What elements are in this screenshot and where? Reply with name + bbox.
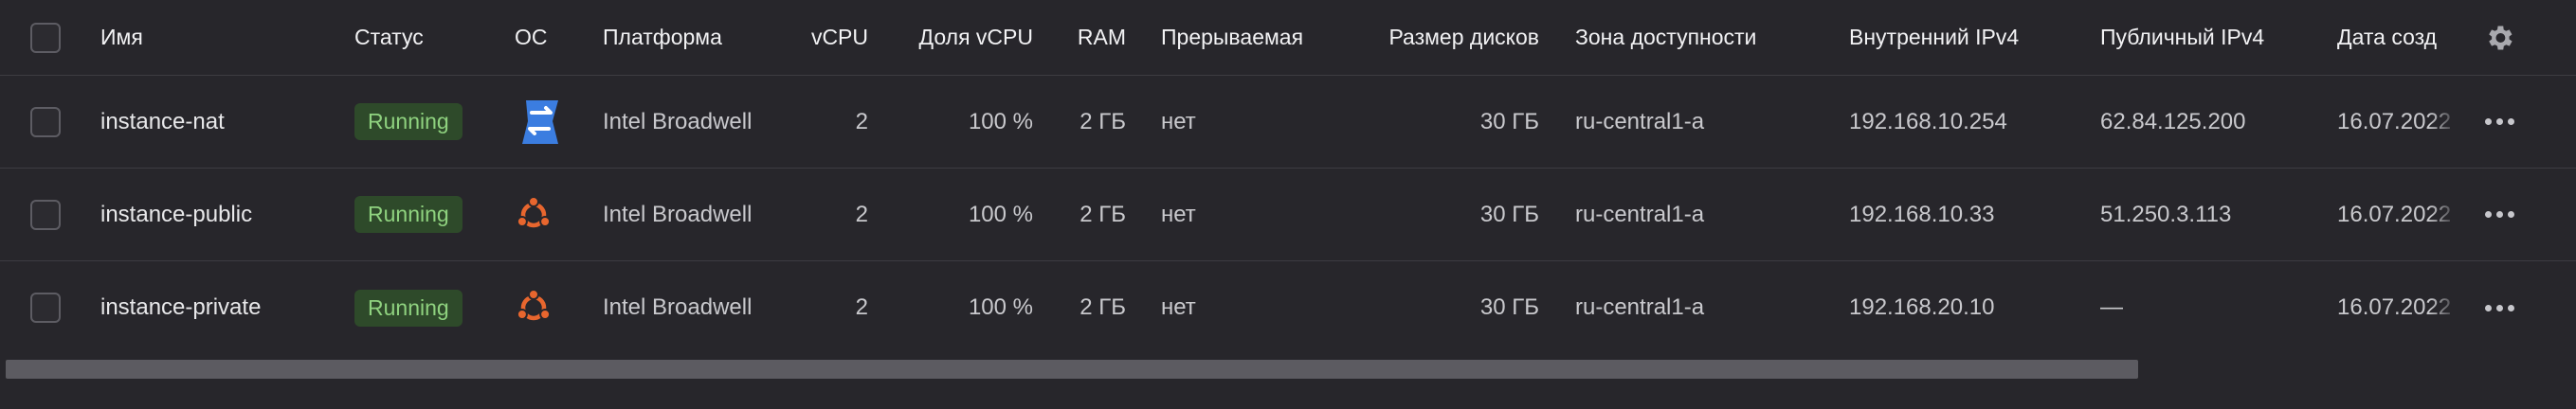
vcpu: 2	[855, 201, 868, 227]
os-cell	[515, 261, 571, 354]
ram: 2 ГБ	[1079, 294, 1126, 320]
cell-fade	[2430, 76, 2458, 168]
column-header-public-ip[interactable]: Публичный IPv4	[2100, 0, 2318, 75]
column-header-vcpu[interactable]: vCPU	[758, 0, 868, 75]
settings-button[interactable]	[2478, 0, 2520, 75]
os-cell	[515, 169, 571, 260]
more-dots-icon	[2484, 304, 2514, 311]
vcpu-share: 100 %	[968, 294, 1033, 320]
row-checkbox[interactable]	[30, 293, 61, 323]
os-cell	[515, 76, 571, 168]
row-checkbox-cell	[30, 261, 68, 354]
more-dots-icon	[2484, 118, 2514, 125]
column-header-name[interactable]: Имя	[100, 0, 309, 75]
row-actions-button[interactable]	[2478, 76, 2520, 168]
gear-icon	[2489, 26, 2513, 49]
disk-size: 30 ГБ	[1479, 201, 1539, 227]
internal-ip: 192.168.10.33	[1849, 201, 1995, 227]
preemptible: нет	[1161, 294, 1196, 320]
instances-table: Имя Статус ОС Платформа vCPU Доля vCPU R…	[0, 0, 2576, 409]
column-header-ram[interactable]: RAM	[1043, 0, 1126, 75]
instance-name[interactable]: instance-private	[100, 261, 337, 354]
column-header-os[interactable]: ОС	[515, 0, 590, 75]
internal-ip: 192.168.20.10	[1849, 294, 1995, 320]
row-checkbox[interactable]	[30, 106, 61, 137]
table-row[interactable]: instance-nat Running Intel Broadwell 2 1…	[0, 76, 2576, 169]
vcpu-share: 100 %	[968, 108, 1033, 134]
select-all-checkbox[interactable]	[30, 22, 61, 53]
created-date: 16.07.2022	[2337, 169, 2458, 260]
row-actions-button[interactable]	[2478, 169, 2520, 260]
ram: 2 ГБ	[1079, 201, 1126, 227]
availability-zone: ru-central1-a	[1575, 294, 1705, 320]
row-checkbox-cell	[30, 76, 68, 168]
public-ip: 62.84.125.200	[2100, 108, 2246, 134]
created-date: 16.07.2022	[2337, 76, 2458, 168]
instance-name[interactable]: instance-nat	[100, 76, 337, 168]
created-date: 16.07.2022	[2337, 261, 2458, 354]
disk-size: 30 ГБ	[1479, 108, 1539, 134]
column-header-status[interactable]: Статус	[354, 0, 506, 75]
cell-fade	[2430, 261, 2458, 354]
status-cell: Running	[354, 169, 506, 260]
ram: 2 ГБ	[1079, 108, 1126, 134]
column-header-disk-size[interactable]: Размер дисков	[1336, 0, 1539, 75]
select-all-cell	[30, 0, 68, 75]
status-cell: Running	[354, 76, 506, 168]
row-checkbox-cell	[30, 169, 68, 260]
column-header-created[interactable]: Дата созд	[2337, 0, 2458, 75]
status-badge: Running	[354, 289, 463, 327]
status-badge: Running	[354, 103, 463, 140]
preemptible: нет	[1161, 108, 1196, 134]
instance-name[interactable]: instance-public	[100, 169, 337, 260]
preemptible: нет	[1161, 201, 1196, 227]
disk-size: 30 ГБ	[1479, 294, 1539, 320]
availability-zone: ru-central1-a	[1575, 108, 1705, 134]
table-row[interactable]: instance-private Running Intel Broadwell…	[0, 261, 2576, 354]
table-header: Имя Статус ОС Платформа vCPU Доля vCPU R…	[0, 0, 2576, 76]
cell-fade	[2430, 169, 2458, 260]
vcpu: 2	[855, 108, 868, 134]
column-header-zone[interactable]: Зона доступности	[1575, 0, 1822, 75]
horizontal-scrollbar-thumb[interactable]	[6, 360, 2138, 379]
row-checkbox[interactable]	[30, 199, 61, 230]
vcpu: 2	[855, 294, 868, 320]
public-ip: —	[2100, 294, 2123, 320]
row-actions-button[interactable]	[2478, 261, 2520, 354]
ubuntu-icon	[516, 289, 552, 321]
availability-zone: ru-central1-a	[1575, 201, 1705, 227]
status-cell: Running	[354, 261, 506, 354]
column-header-vcpu-share[interactable]: Доля vCPU	[881, 0, 1033, 75]
column-header-internal-ip[interactable]: Внутренний IPv4	[1849, 0, 2077, 75]
vcpu-share: 100 %	[968, 201, 1033, 227]
internal-ip: 192.168.10.254	[1849, 108, 2007, 134]
more-dots-icon	[2484, 211, 2514, 218]
status-badge: Running	[354, 196, 463, 233]
ubuntu-icon	[516, 195, 552, 227]
public-ip: 51.250.3.113	[2100, 201, 2232, 227]
table-row[interactable]: instance-public Running Intel Broadwell …	[0, 169, 2576, 261]
nat-os-icon	[522, 99, 558, 144]
column-header-preemptible[interactable]: Прерываемая	[1161, 0, 1332, 75]
